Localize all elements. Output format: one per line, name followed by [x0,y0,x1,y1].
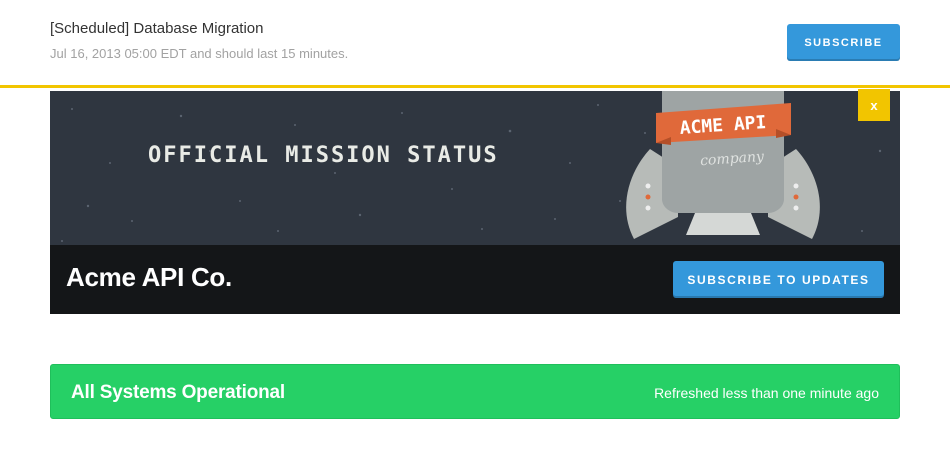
page-name: Acme API Co. [66,262,232,292]
maintenance-notice: [Scheduled] Database Migration Jul 16, 2… [0,0,950,88]
incident-schedule: Jul 16, 2013 05:00 EDT and should last 1… [50,46,349,61]
hero-tagline: OFFICIAL MISSION STATUS [148,143,499,168]
page-header-bar: Acme API Co. SUBSCRIBE TO UPDATES [50,245,900,314]
incident-title[interactable]: [Scheduled] Database Migration [50,20,263,37]
status-banner: All Systems Operational Refreshed less t… [50,364,900,419]
refresh-timestamp: Refreshed less than one minute ago [654,385,879,401]
close-notice-button[interactable]: x [858,89,890,121]
status-text: All Systems Operational [71,382,285,403]
notice-subscribe-button[interactable]: SUBSCRIBE [787,24,900,61]
hero-banner: ACME API company OFFICIAL MISSION STATUS… [50,91,900,314]
subscribe-to-updates-button[interactable]: SUBSCRIBE TO UPDATES [673,261,884,298]
